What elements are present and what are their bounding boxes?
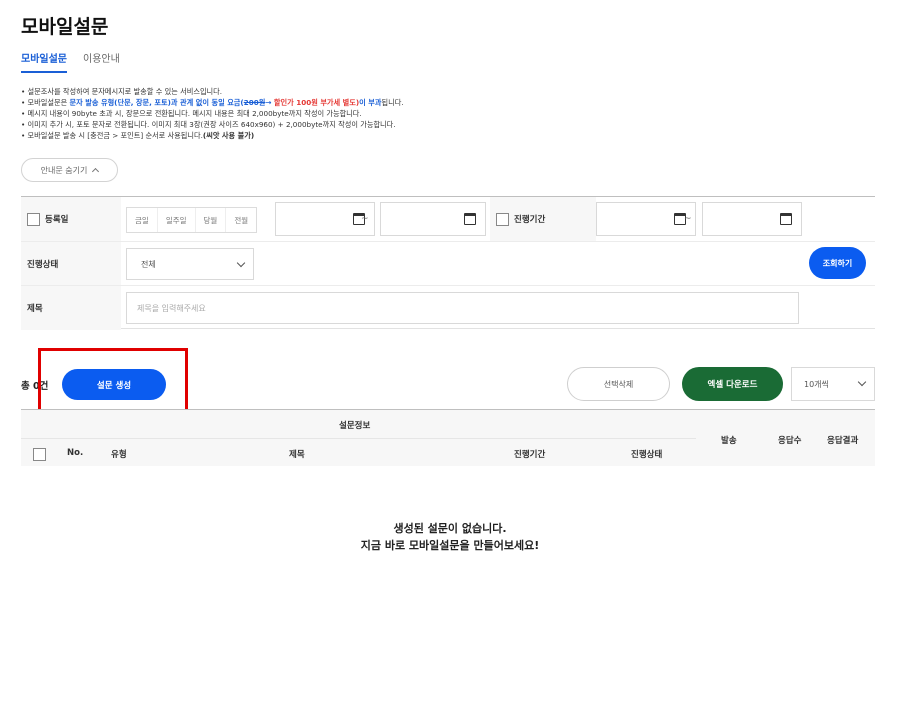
search-filter: 등록일 금일 일주일 당월 전월 ~ 진행기간 ~ 진행상태 전체 제목 제목을… (21, 196, 875, 330)
col-no[interactable]: No. (67, 448, 83, 458)
delete-selected-button[interactable]: 선택삭제 (567, 367, 670, 401)
tab-mobile-survey[interactable]: 모바일설문 (21, 50, 67, 73)
reg-date-end-field[interactable] (380, 202, 486, 236)
tab-bar: 모바일설문 이용안내 (21, 50, 120, 73)
group-header-survey-info: 설문정보 (339, 421, 371, 431)
range-last-month-button[interactable]: 전월 (226, 208, 256, 232)
create-survey-button[interactable]: 설문 생성 (62, 369, 166, 400)
chevron-up-icon (92, 167, 100, 176)
calendar-icon[interactable] (464, 213, 476, 225)
filter-row-date: 등록일 금일 일주일 당월 전월 ~ 진행기간 ~ (21, 197, 875, 242)
col-response-count[interactable]: 응답수 (778, 434, 801, 446)
col-type[interactable]: 유형 (111, 448, 127, 460)
notice-list: 설문조사를 작성하여 문자메시지로 발송할 수 있는 서비스입니다. 모바일설문… (21, 86, 404, 141)
select-all-checkbox[interactable] (33, 448, 46, 461)
reg-date-checkbox[interactable] (27, 212, 40, 226)
notice-item: 메시지 내용이 90byte 초과 시, 장문으로 전환됩니다. 메시지 내용은… (21, 108, 404, 119)
empty-state-title: 생성된 설문이 없습니다. (393, 522, 507, 535)
notice-item: 모바일설문 발송 시 [충전금 > 포인트] 순서로 사용됩니다.(씨앗 사용 … (21, 130, 404, 141)
reg-date-label[interactable]: 등록일 (21, 197, 121, 241)
table-header: 설문정보 No. 유형 제목 진행기간 진행상태 발송 응답수 응답결과 (21, 409, 875, 466)
range-this-month-button[interactable]: 당월 (196, 208, 227, 232)
notice-item: 설문조사를 작성하여 문자메시지로 발송할 수 있는 서비스입니다. (21, 86, 404, 97)
col-send[interactable]: 발송 (721, 434, 737, 446)
chevron-down-icon (857, 377, 867, 387)
status-select[interactable]: 전체 (126, 248, 254, 280)
title-search-input[interactable]: 제목을 입력해주세요 (126, 292, 799, 324)
tab-usage-guide[interactable]: 이용안내 (83, 50, 120, 73)
total-count: 총 0건 (21, 381, 49, 392)
page-title: 모바일설문 (21, 16, 109, 38)
filter-row-title: 제목 제목을 입력해주세요 (21, 286, 875, 330)
empty-state-subtitle: 지금 바로 모바일설문을 만들어보세요! (360, 539, 540, 552)
quick-range-group: 금일 일주일 당월 전월 (126, 207, 258, 233)
period-checkbox[interactable] (496, 212, 509, 226)
notice-item: 모바일설문은 문자 발송 유형(단문, 장문, 포토)과 관계 없이 동일 요금… (21, 97, 404, 108)
excel-download-button[interactable]: 엑셀 다운로드 (682, 367, 783, 401)
search-button[interactable]: 조회하기 (809, 247, 866, 279)
calendar-icon[interactable] (780, 213, 792, 225)
header-divider (21, 438, 696, 439)
period-end-field[interactable] (702, 202, 802, 236)
notice-item: 이미지 추가 시, 포토 문자로 전환됩니다. 이미지 최대 3장(권장 사이즈… (21, 119, 404, 130)
range-today-button[interactable]: 금일 (127, 208, 158, 232)
range-week-button[interactable]: 일주일 (158, 208, 196, 232)
reg-date-start-field[interactable] (275, 202, 375, 236)
hide-notice-button[interactable]: 안내문 숨기기 (21, 158, 118, 182)
period-start-field[interactable] (596, 202, 696, 236)
filter-row-status: 진행상태 전체 (21, 242, 875, 286)
status-label: 진행상태 (21, 242, 121, 285)
title-label: 제목 (21, 286, 121, 330)
empty-state: 생성된 설문이 없습니다. 지금 바로 모바일설문을 만들어보세요! (0, 520, 900, 554)
period-label[interactable]: 진행기간 (490, 197, 596, 241)
col-period[interactable]: 진행기간 (514, 448, 545, 460)
col-response-result[interactable]: 응답결과 (827, 434, 858, 446)
col-status[interactable]: 진행상태 (631, 448, 662, 460)
per-page-select[interactable]: 10개씩 (791, 367, 875, 401)
chevron-down-icon (236, 258, 246, 268)
col-title[interactable]: 제목 (289, 448, 305, 460)
